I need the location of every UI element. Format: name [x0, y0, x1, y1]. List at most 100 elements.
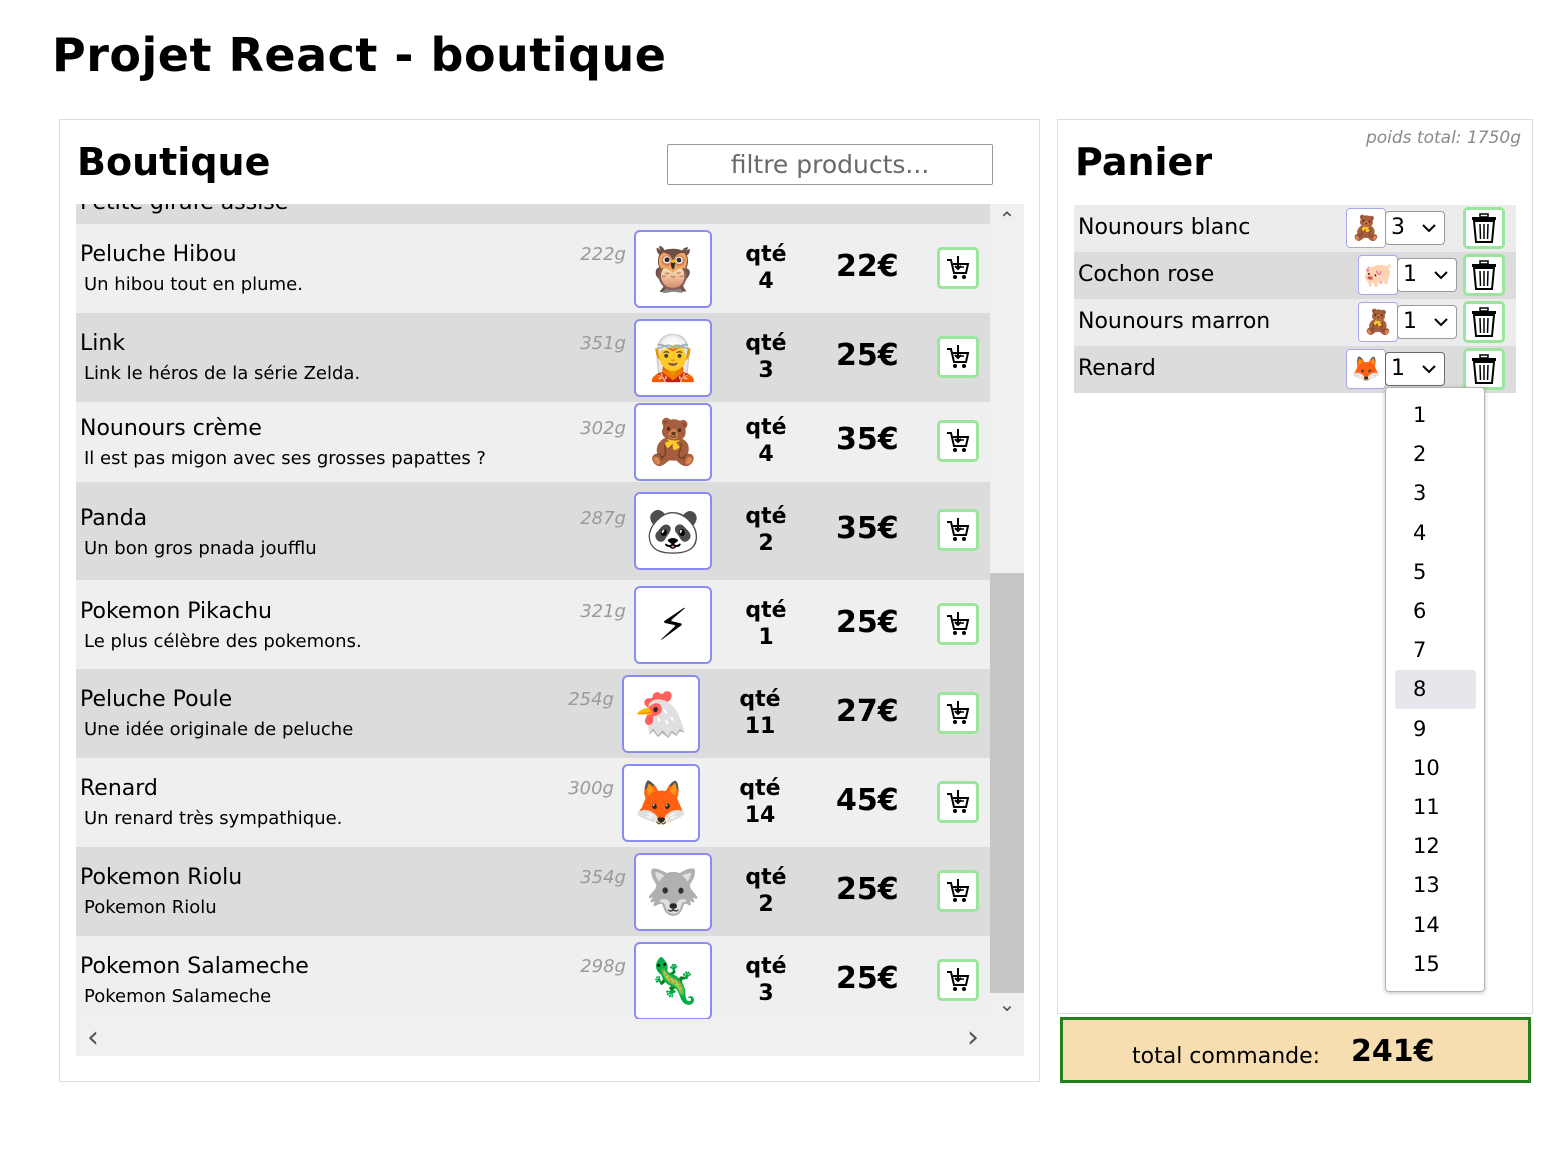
product-weight: 298g	[580, 956, 626, 977]
product-name: Panda	[80, 506, 148, 531]
remove-item-button[interactable]	[1463, 207, 1505, 249]
dropdown-option[interactable]: 13	[1395, 866, 1476, 905]
add-to-cart-button[interactable]	[937, 781, 979, 823]
quantity-select[interactable]: 1	[1397, 305, 1457, 339]
stock-value: 4	[758, 269, 774, 294]
product-thumbnail: 🐼	[634, 492, 712, 570]
add-to-cart-icon	[947, 612, 970, 635]
remove-item-button[interactable]	[1463, 348, 1505, 390]
add-to-cart-button[interactable]	[937, 336, 979, 378]
product-description: Il est pas migon avec ses grosses papatt…	[84, 448, 486, 469]
quantity-select-value: 3	[1391, 215, 1405, 240]
scrollbar-thumb[interactable]	[990, 573, 1024, 993]
total-weight: poids total: 1750g	[1365, 128, 1521, 148]
product-weight: 354g	[580, 867, 626, 888]
product-description: Pokemon Riolu	[84, 897, 217, 918]
product-name: Link	[80, 331, 126, 356]
product-stock: qté 2	[726, 503, 806, 557]
product-stock: qté 1	[726, 597, 806, 651]
scroll-down-arrow-icon[interactable]: ⌄	[990, 991, 1024, 1017]
add-to-cart-icon	[947, 345, 970, 368]
quantity-select[interactable]: 3	[1385, 211, 1445, 245]
boutique-panel: Boutique Petite girafe assise 🦒 Peluche …	[59, 119, 1040, 1082]
cart-item-name: Cochon rose	[1078, 262, 1215, 287]
dropdown-option[interactable]: 8	[1395, 670, 1476, 710]
product-thumbnail: 🦎	[634, 942, 712, 1019]
product-thumbnail: 🧝	[634, 319, 712, 397]
add-to-cart-button[interactable]	[937, 959, 979, 1001]
stock-label: qté	[745, 331, 787, 356]
product-price: 25€	[836, 872, 899, 907]
product-name: Pokemon Riolu	[80, 865, 243, 890]
dropdown-option[interactable]: 3	[1395, 474, 1476, 513]
add-to-cart-button[interactable]	[937, 509, 979, 551]
product-list[interactable]: Petite girafe assise 🦒 Peluche Hibou Un h…	[76, 204, 990, 1019]
quantity-dropdown-menu[interactable]: 1 2 3 4 5 6 7 8 9 10 11 12 13 14 15	[1385, 387, 1485, 992]
add-to-cart-icon	[947, 879, 970, 902]
quantity-select[interactable]: 1	[1397, 258, 1457, 292]
stock-label: qté	[745, 598, 787, 623]
product-row: Peluche Hibou Un hibou tout en plume. 222g…	[76, 224, 990, 313]
product-price: 35€	[836, 422, 899, 457]
product-row: Pokemon Salameche Pokemon Salameche 298g 🦎 q…	[76, 936, 990, 1019]
product-weight: 287g	[580, 508, 626, 529]
quantity-select-value: 1	[1403, 309, 1417, 334]
filter-input[interactable]	[667, 144, 993, 185]
stock-label: qté	[745, 865, 787, 890]
stock-label: qté	[739, 776, 781, 801]
boutique-title: Boutique	[77, 140, 271, 184]
add-to-cart-button[interactable]	[937, 692, 979, 734]
dropdown-option[interactable]: 5	[1395, 553, 1476, 592]
add-to-cart-icon	[947, 701, 970, 724]
product-description: Le plus célèbre des pokemons.	[84, 631, 362, 652]
product-price: 22€	[836, 249, 899, 284]
quantity-select[interactable]: 1	[1385, 352, 1445, 386]
dropdown-option[interactable]: 11	[1395, 788, 1476, 827]
dropdown-option[interactable]: 1	[1395, 396, 1476, 435]
product-thumbnail: 🧸	[634, 403, 712, 481]
stock-value: 1	[758, 625, 774, 650]
product-name: Renard	[80, 776, 158, 801]
product-thumbnail: 🐔	[622, 675, 700, 753]
dropdown-option[interactable]: 12	[1395, 827, 1476, 866]
chevron-down-icon	[1434, 271, 1448, 280]
add-to-cart-button[interactable]	[937, 247, 979, 289]
cart-item-thumbnail: 🧸	[1346, 208, 1386, 248]
dropdown-option[interactable]: 7	[1395, 631, 1476, 670]
dropdown-option[interactable]: 14	[1395, 906, 1476, 945]
vertical-scrollbar[interactable]: ⌃ ⌄	[990, 204, 1024, 1019]
product-name: Peluche Hibou	[80, 242, 237, 267]
product-stock: qté 4	[726, 414, 806, 468]
cart-item-thumbnail: 🧸	[1358, 302, 1398, 342]
dropdown-option[interactable]: 6	[1395, 592, 1476, 631]
product-stock: qté 11	[720, 686, 800, 740]
add-to-cart-button[interactable]	[937, 420, 979, 462]
remove-item-button[interactable]	[1463, 254, 1505, 296]
scroll-left-arrow-icon[interactable]: ‹	[78, 1019, 108, 1056]
dropdown-option[interactable]: 10	[1395, 749, 1476, 788]
trash-icon	[1472, 213, 1496, 243]
quantity-select-value: 1	[1391, 356, 1405, 381]
product-description: Un hibou tout en plume.	[84, 274, 303, 295]
product-thumbnail: 🦊	[622, 764, 700, 842]
dropdown-option[interactable]: 15	[1395, 945, 1476, 984]
cart-item-name: Renard	[1078, 356, 1156, 381]
scroll-up-arrow-icon[interactable]: ⌃	[990, 206, 1024, 232]
cart-item-thumbnail: 🦊	[1346, 349, 1386, 389]
dropdown-option[interactable]: 4	[1395, 514, 1476, 553]
product-description: Pokemon Salameche	[84, 986, 272, 1007]
horizontal-scrollbar[interactable]: ‹ ›	[76, 1019, 1024, 1056]
stock-label: qté	[745, 954, 787, 979]
add-to-cart-button[interactable]	[937, 603, 979, 645]
cart-item-thumbnail: 🐖	[1358, 255, 1398, 295]
add-to-cart-button[interactable]	[937, 870, 979, 912]
dropdown-option[interactable]: 9	[1395, 710, 1476, 749]
product-price: 27€	[836, 694, 899, 729]
remove-item-button[interactable]	[1463, 301, 1505, 343]
product-weight: 222g	[580, 244, 626, 265]
scroll-right-arrow-icon[interactable]: ›	[958, 1019, 988, 1056]
dropdown-option[interactable]: 2	[1395, 435, 1476, 474]
product-stock: qté 14	[720, 775, 800, 829]
cart-row: Renard 🦊 1	[1074, 346, 1516, 393]
trash-icon	[1472, 354, 1496, 384]
